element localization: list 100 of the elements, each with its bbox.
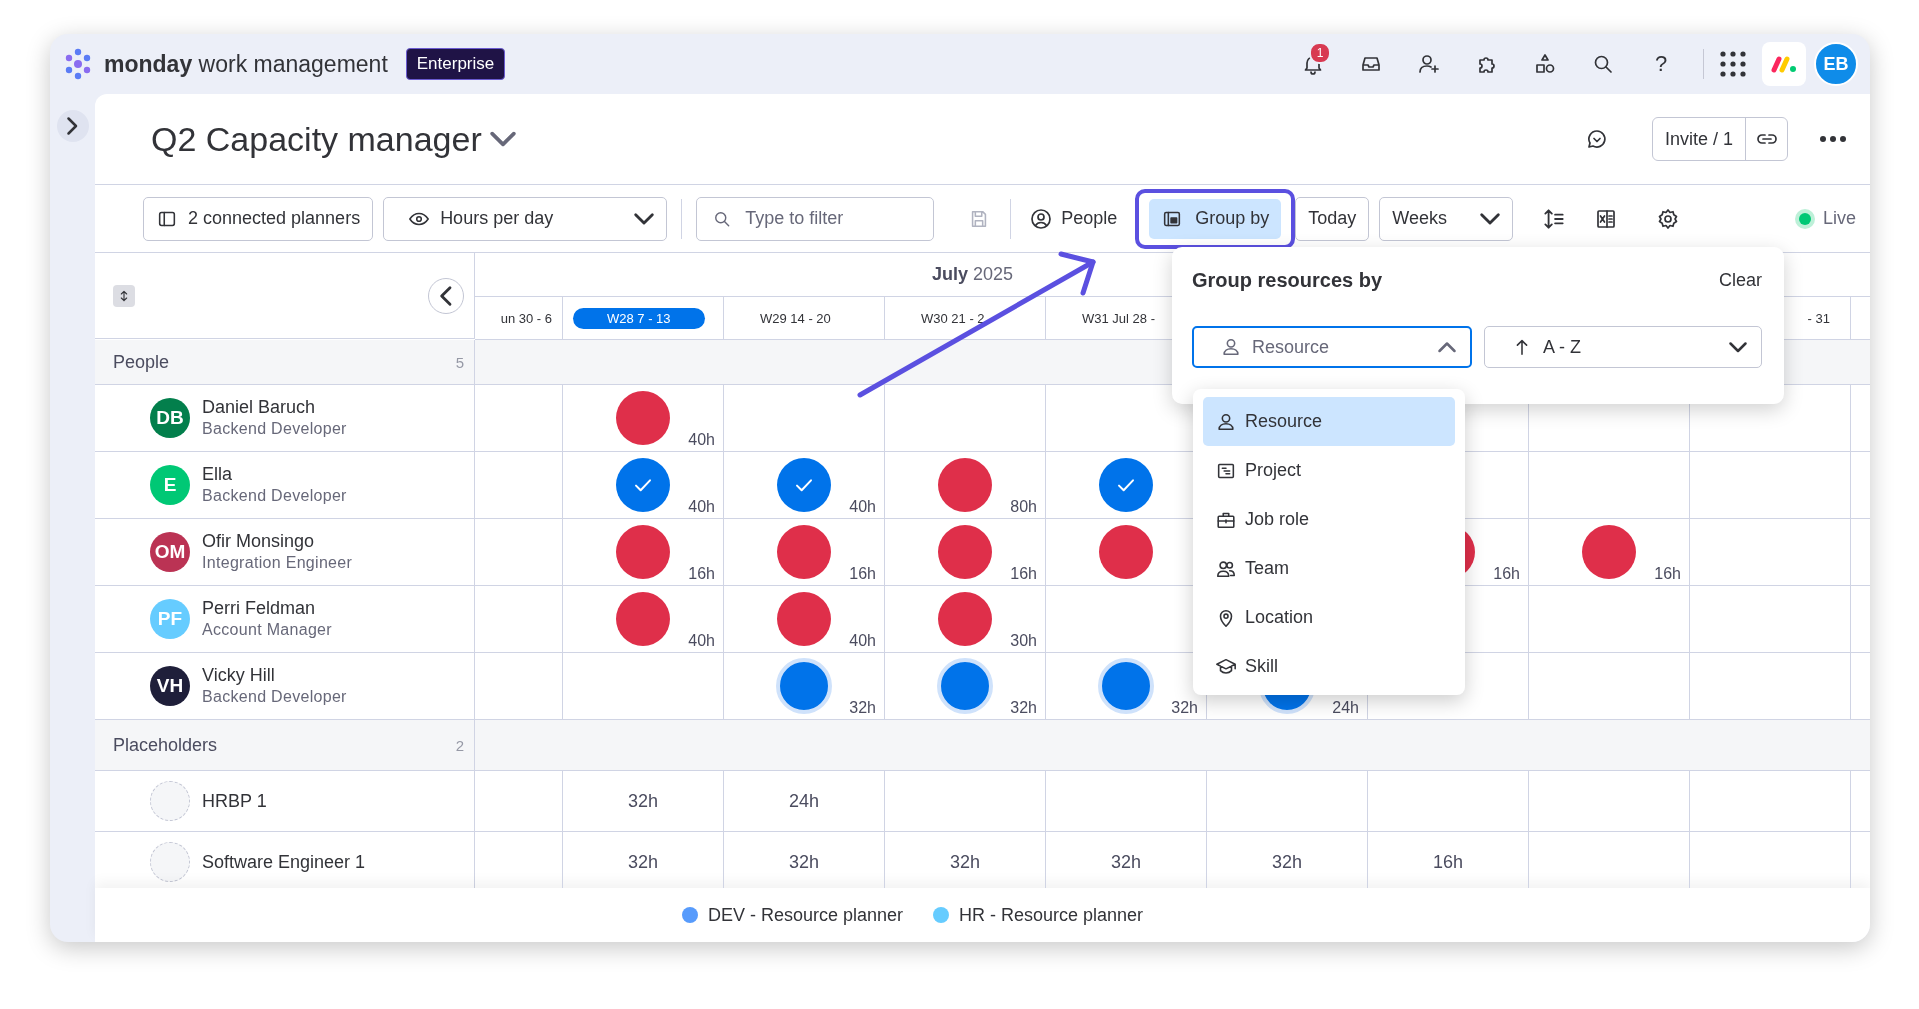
user-circle-icon bbox=[1029, 206, 1054, 231]
chevron-down-icon bbox=[1480, 212, 1501, 225]
notifications-button[interactable]: 1 bbox=[1287, 42, 1339, 86]
popover-title: Group resources by bbox=[1192, 269, 1383, 292]
hours-text: 32h bbox=[1110, 851, 1141, 873]
hours-label: 32h bbox=[849, 699, 876, 717]
avatar: E bbox=[150, 465, 190, 505]
planners-button[interactable]: 2 connected planners bbox=[143, 196, 374, 241]
hours-label: 40h bbox=[849, 632, 876, 650]
check-marker[interactable] bbox=[777, 458, 831, 512]
hours-label: 40h bbox=[688, 431, 715, 449]
board-title: Q2 Capacity manager bbox=[151, 119, 482, 159]
menu-option[interactable]: Project bbox=[1203, 446, 1455, 495]
people-button[interactable]: People bbox=[1021, 196, 1126, 241]
week-label[interactable]: W28 7 - 13 bbox=[573, 307, 705, 329]
brand-mark-icon bbox=[1771, 55, 1797, 73]
overbooked-marker[interactable] bbox=[616, 525, 670, 579]
placeholder-avatar bbox=[150, 842, 190, 882]
overbooked-marker[interactable] bbox=[1099, 525, 1153, 579]
chevron-right-icon bbox=[67, 117, 78, 135]
hours-text: 32h bbox=[1271, 851, 1302, 873]
overbooked-marker[interactable] bbox=[938, 458, 992, 512]
resource-name: Software Engineer 1 bbox=[202, 851, 366, 873]
group-by-select[interactable]: Resource bbox=[1192, 326, 1472, 368]
check-marker[interactable] bbox=[616, 458, 670, 512]
hours-label: 32h bbox=[1171, 699, 1198, 717]
allocation-marker[interactable] bbox=[1098, 658, 1154, 714]
filter-field[interactable]: Type to filter bbox=[696, 196, 935, 241]
allocation-marker[interactable] bbox=[937, 658, 993, 714]
overbooked-marker[interactable] bbox=[938, 592, 992, 646]
hours-label: 16h bbox=[1654, 565, 1681, 583]
check-marker[interactable] bbox=[1099, 458, 1153, 512]
hours-label: 32h bbox=[1010, 699, 1037, 717]
resource-name: HRBP 1 bbox=[202, 790, 267, 812]
group-by-button[interactable]: Group by bbox=[1149, 198, 1282, 239]
hours-label: 16h bbox=[1010, 565, 1037, 583]
help-button[interactable]: ? bbox=[1635, 42, 1687, 86]
resource-name: Vicky Hill bbox=[202, 664, 276, 686]
user-avatar[interactable]: EB bbox=[1814, 42, 1858, 86]
resource-name: Ofir Monsingo bbox=[202, 530, 316, 552]
menu-option[interactable]: Skill bbox=[1203, 642, 1455, 691]
menu-option[interactable]: Location bbox=[1203, 593, 1455, 642]
allocation-marker[interactable] bbox=[776, 658, 832, 714]
menu-option[interactable]: Resource bbox=[1203, 397, 1455, 446]
overbooked-marker[interactable] bbox=[938, 525, 992, 579]
resource-name: Daniel Baruch bbox=[202, 396, 317, 418]
week-label[interactable]: un 30 - 6 bbox=[500, 307, 552, 329]
hours-text: 32h bbox=[627, 851, 658, 873]
overbooked-marker[interactable] bbox=[616, 592, 670, 646]
hours-label: 30h bbox=[1010, 632, 1037, 650]
clear-button[interactable]: Clear bbox=[1719, 270, 1762, 291]
group-title: People bbox=[113, 351, 170, 373]
hours-label: 16h bbox=[849, 565, 876, 583]
overbooked-marker[interactable] bbox=[616, 391, 670, 445]
legend-label: DEV - Resource planner bbox=[707, 904, 903, 926]
menu-option[interactable]: Job role bbox=[1203, 495, 1455, 544]
view-dropdown[interactable]: Hours per day bbox=[383, 196, 668, 241]
chevron-left-icon bbox=[440, 285, 452, 306]
week-label[interactable]: - 31 bbox=[1807, 307, 1830, 329]
sort-select[interactable]: A - Z bbox=[1484, 326, 1762, 368]
hours-label: 16h bbox=[1493, 565, 1520, 583]
avatar: DB bbox=[150, 398, 190, 438]
plan-badge: Enterprise bbox=[405, 48, 506, 80]
resize-rows-button[interactable] bbox=[113, 284, 135, 307]
resource-name: Perri Feldman bbox=[202, 597, 317, 619]
avatar: OM bbox=[150, 532, 190, 572]
hours-label: 16h bbox=[688, 565, 715, 583]
avatar: VH bbox=[150, 666, 190, 706]
hours-text: 32h bbox=[949, 851, 980, 873]
week-label[interactable]: W29 14 - 20 bbox=[760, 307, 831, 329]
legend-label: HR - Resource planner bbox=[959, 904, 1144, 926]
chevron-up-icon bbox=[1438, 341, 1456, 353]
hours-label: 40h bbox=[849, 498, 876, 516]
product-switcher-button[interactable] bbox=[1762, 42, 1806, 86]
shapes-icon bbox=[1533, 52, 1557, 76]
group-count: 5 bbox=[455, 353, 464, 371]
menu-option[interactable]: Team bbox=[1203, 544, 1455, 593]
resource-role: Backend Developer bbox=[202, 419, 347, 439]
overbooked-marker[interactable] bbox=[1582, 525, 1636, 579]
resource-role: Backend Developer bbox=[202, 486, 347, 506]
resource-role: Integration Engineer bbox=[202, 553, 353, 573]
group-count: 2 bbox=[455, 736, 464, 754]
today-button[interactable]: Today bbox=[1295, 196, 1370, 241]
range-dropdown[interactable]: Weeks bbox=[1379, 196, 1514, 241]
hours-text: 24h bbox=[788, 790, 819, 812]
live-status-dot bbox=[1798, 212, 1811, 225]
product-name: monday work management bbox=[104, 50, 388, 78]
placeholder-avatar bbox=[150, 781, 190, 821]
expand-sidebar-button[interactable] bbox=[56, 110, 89, 142]
week-label[interactable]: W31 Jul 28 - bbox=[1082, 307, 1155, 329]
hours-label: 40h bbox=[688, 632, 715, 650]
hours-text: 32h bbox=[788, 851, 819, 873]
overbooked-marker[interactable] bbox=[777, 525, 831, 579]
week-label[interactable]: W30 21 - 2 bbox=[921, 307, 985, 329]
overbooked-marker[interactable] bbox=[777, 592, 831, 646]
collapse-button[interactable] bbox=[428, 277, 464, 314]
chevron-down-icon bbox=[1729, 341, 1747, 353]
hours-text: 32h bbox=[627, 790, 658, 812]
app-grid-icon[interactable] bbox=[1720, 51, 1746, 77]
hours-label: 24h bbox=[1332, 699, 1359, 717]
